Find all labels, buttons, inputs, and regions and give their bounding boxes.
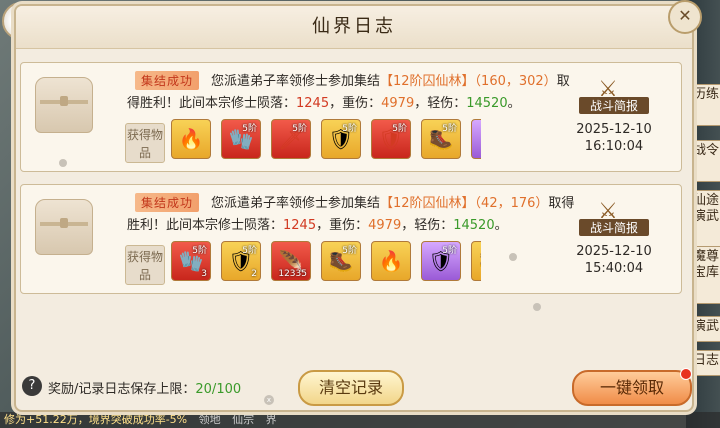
armor-icon[interactable]: 🛡 5阶 [321,119,361,159]
battle-report-button[interactable]: 战斗简报 [579,97,649,114]
gauntlet-icon[interactable]: 🧤 5阶 [221,119,261,159]
side-tab-label: 演武 [692,319,719,334]
loot-items: 🔥 🧤5阶 🗡5阶 🛡5阶 🛡5阶 🥾5阶 🛡 [171,119,481,159]
dialog-title: 仙界日志 [16,6,692,49]
loot-items: 🧤5阶3 🛡5阶2 🪶12335 🥾5阶 🔥 🛡5阶 🥾5阶 [171,241,481,281]
blade-icon[interactable]: 🗡 5阶 [271,119,311,159]
side-tab-treasury[interactable]: 魔尊宝库 [691,246,720,304]
save-limit-count: 20/100 [195,382,242,397]
boot-gold-icon[interactable]: 🥾5阶 [471,241,481,281]
notification-dot [680,368,692,380]
save-limit-label: 奖励/记录日志保存上限：20/100 [48,382,242,397]
dialog-footer: ? 奖励/记录日志保存上限：20/100 清空记录 一键领取 [16,366,692,410]
clear-records-button[interactable]: 清空记录 [298,370,404,406]
help-icon[interactable]: ? [22,376,42,396]
claim-all-button[interactable]: 一键领取 [572,368,692,406]
side-tab-label: 历练 [692,87,719,102]
side-tab-drill[interactable]: 演武 [691,316,720,342]
scroll-indicator [533,303,541,311]
bottom-label[interactable]: 领地 [199,413,221,426]
location-link[interactable]: 【12阶囚仙林】（160，302） [380,74,557,89]
chest-icon [35,77,93,133]
side-tab-label: 日志 [692,353,719,368]
gauntlet-icon[interactable]: 🧤 5阶 3 [171,241,211,281]
flame-icon[interactable]: 🔥 [371,241,411,281]
close-icon[interactable]: ✕ [668,0,702,34]
log-description: 您派遣弟子率领修士参加集结【12阶囚仙林】（42，176）取得胜利！此间本宗修士… [127,196,575,233]
flame-icon[interactable]: 🔥 [171,119,211,159]
boot-icon[interactable]: 🥾 5阶 [421,119,461,159]
phoenix-icon[interactable]: 🪶 12335 [271,241,311,281]
bottom-status-bar: 修为+51.22万，境界突破成功率-5% 领地 仙宗 界 [0,412,720,428]
small-close-icon[interactable]: x [264,395,274,405]
log-description: 您派遣弟子率领修士参加集结【12阶囚仙林】（160，302）取得胜利！此间本宗修… [127,74,570,111]
log-timestamp: 2025-12-10 15:40:04 [576,244,652,276]
status-text: 修为+51.22万，境界突破成功率-5% [4,413,188,426]
log-entry: 集结成功 您派遣弟子率领修士参加集结【12阶囚仙林】（42，176）取得胜利！此… [20,184,682,311]
armor-purple-icon[interactable]: 🛡 [471,119,481,159]
side-tab-label: 魔尊宝库 [692,249,719,280]
loot-label: 获得物品 [125,245,165,285]
side-tab-history[interactable]: 历练 [691,84,720,126]
chest-icon [35,199,93,255]
log-dialog: 仙界日志 ✕ 集结成功 您派遣弟子率领修士参加集结【12阶囚仙林】（160，30… [14,0,702,412]
location-link[interactable]: 【12阶囚仙林】（42，176） [380,196,548,211]
chest-indicator [59,159,67,167]
battle-report-button[interactable]: 战斗简报 [579,219,649,236]
log-entry: 集结成功 您派遣弟子率领修士参加集结【12阶囚仙林】（160，302）取得胜利！… [20,62,682,172]
side-tab-battle-pass[interactable]: 战令 [691,140,720,182]
armor-purple-icon[interactable]: 🛡 5阶 [421,241,461,281]
claim-all-label: 一键领取 [599,378,664,397]
bottom-label[interactable]: 仙宗 [232,413,254,426]
side-tab-label: 仙途演武 [692,193,719,224]
armor-icon[interactable]: 🛡 5阶 2 [221,241,261,281]
boot-icon[interactable]: 🥾 5阶 [321,241,361,281]
loot-label: 获得物品 [125,123,165,163]
side-tab-path[interactable]: 仙途演武 [691,190,720,248]
log-timestamp: 2025-12-10 16:10:04 [576,122,652,154]
side-tab-label: 战令 [692,143,719,158]
side-tab-log[interactable]: 日志 [691,350,720,376]
scroll-indicator [509,253,517,261]
armor-red-icon[interactable]: 🛡 5阶 [371,119,411,159]
bottom-label[interactable]: 界 [266,413,277,426]
